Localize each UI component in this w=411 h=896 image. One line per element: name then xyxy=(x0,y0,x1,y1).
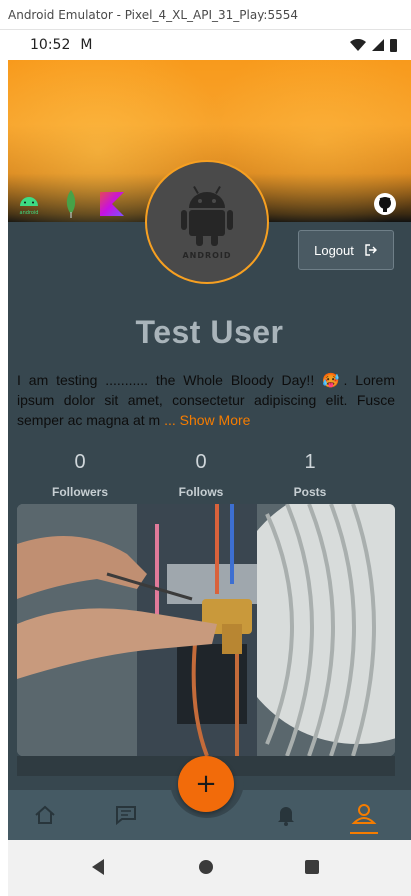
post-image[interactable] xyxy=(17,504,395,756)
android-badge-text: android xyxy=(20,210,39,216)
add-icon: + xyxy=(195,769,217,799)
chat-icon xyxy=(116,806,136,825)
nav-notifications[interactable] xyxy=(256,790,316,840)
stat-followers-label: Followers xyxy=(51,485,108,499)
emulator-title-bar: Android Emulator - Pixel_4_XL_API_31_Pla… xyxy=(0,0,411,30)
status-bar: 10:52 M xyxy=(8,30,411,60)
status-time: 10:52 xyxy=(30,37,71,53)
nav-active-indicator xyxy=(350,832,378,834)
gmail-notification-icon: M xyxy=(80,37,93,53)
stat-follows-label: Follows xyxy=(178,485,224,499)
recents-icon[interactable] xyxy=(304,858,320,876)
wifi-icon xyxy=(350,39,366,51)
nav-home[interactable] xyxy=(15,790,75,840)
stat-followers[interactable]: 0 Followers xyxy=(25,451,135,499)
show-more-link[interactable]: ... Show More xyxy=(164,412,250,428)
github-icon[interactable] xyxy=(373,192,397,216)
device-screen: 10:52 M android ANDROID Logout Test User… xyxy=(8,30,411,896)
nav-chat[interactable] xyxy=(96,790,156,840)
battery-icon xyxy=(390,38,397,52)
stat-posts-count: 1 xyxy=(304,451,316,473)
profile-avatar[interactable]: ANDROID xyxy=(145,160,269,284)
home-circle-icon[interactable] xyxy=(198,858,214,876)
tech-icons: android xyxy=(16,190,124,218)
add-post-button[interactable]: + xyxy=(178,756,234,812)
logout-label: Logout xyxy=(314,242,354,258)
notification-icon xyxy=(278,807,294,826)
mongodb-icon xyxy=(66,190,76,218)
kotlin-icon xyxy=(100,192,124,216)
logout-icon xyxy=(365,244,377,256)
home-icon xyxy=(35,805,55,824)
stat-posts[interactable]: 1 Posts xyxy=(255,451,365,499)
stat-followers-count: 0 xyxy=(74,451,86,473)
avatar-text: ANDROID xyxy=(182,251,231,260)
android-icon: android xyxy=(20,197,39,216)
system-navigation-bar xyxy=(8,840,411,896)
profile-icon xyxy=(351,804,377,824)
signal-icon xyxy=(372,39,384,51)
back-icon[interactable] xyxy=(90,858,106,876)
post-photo-image xyxy=(17,504,395,756)
logout-button[interactable]: Logout xyxy=(298,230,394,270)
stat-follows[interactable]: 0 Follows xyxy=(146,451,256,499)
stat-follows-count: 0 xyxy=(195,451,207,473)
window-title: Android Emulator - Pixel_4_XL_API_31_Pla… xyxy=(8,7,298,22)
android-robot-icon: ANDROID xyxy=(181,186,233,260)
profile-bio: I am testing ........... the Whole Blood… xyxy=(17,370,395,430)
profile-name: Test User xyxy=(135,314,284,350)
stat-posts-label: Posts xyxy=(293,485,327,499)
